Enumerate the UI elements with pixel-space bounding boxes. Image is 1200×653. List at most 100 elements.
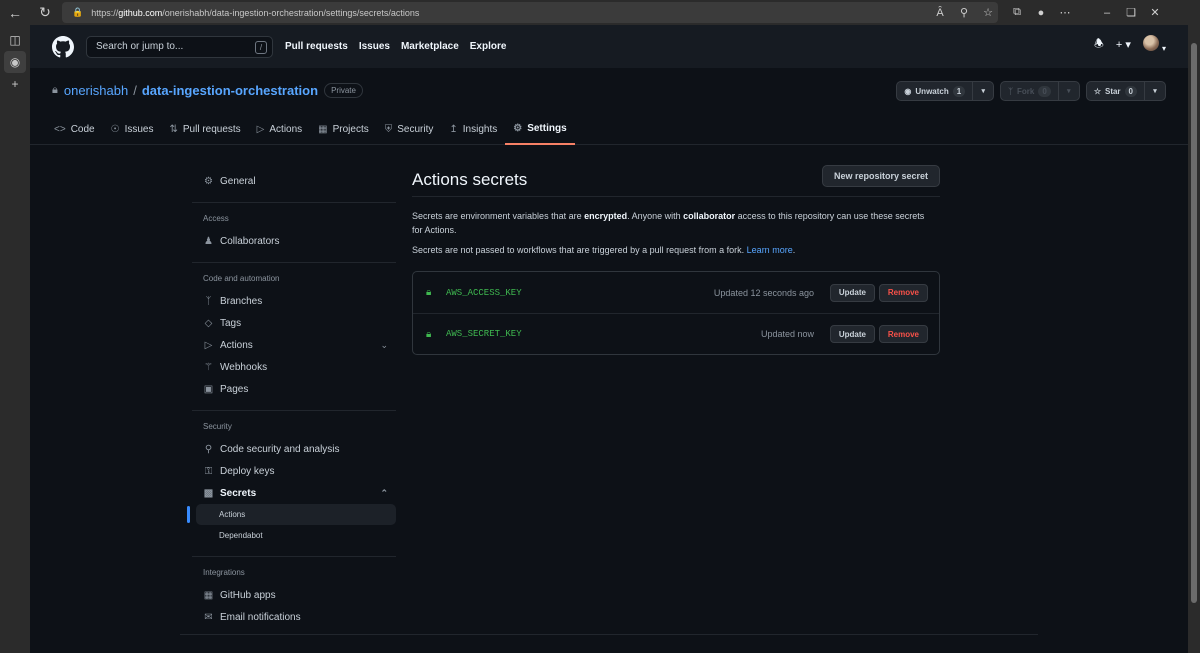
back-icon[interactable]: ← [0, 0, 30, 25]
repo-separator: / [133, 83, 137, 98]
scrollbar[interactable] [1188, 25, 1200, 653]
fork-dropdown-icon: ▾ [1067, 88, 1071, 95]
update-button[interactable]: Update [829, 283, 875, 302]
fork-icon: ᛉ [1008, 86, 1014, 96]
update-button[interactable]: Update [829, 325, 875, 343]
create-new-icon[interactable]: + ▾ [1116, 38, 1131, 51]
github-logo-icon[interactable] [52, 35, 74, 58]
asterisk-icon: ▩ [203, 487, 214, 499]
sidebar-heading-security: Security [203, 422, 232, 431]
watch-count: 1 [952, 85, 966, 97]
scrollbar-thumb[interactable] [1191, 43, 1197, 603]
nav-pull-requests[interactable]: Pull requests [285, 41, 348, 52]
search-input[interactable]: Search or jump to... / [86, 35, 273, 58]
sidebar-item-label: Actions [220, 339, 253, 351]
tab-issues[interactable]: ☉ Issues [103, 113, 162, 145]
tab-pull-requests[interactable]: ⇅ Pull requests [161, 113, 248, 145]
lock-icon: 🔒 [72, 7, 84, 17]
tab-projects[interactable]: ▦ Projects [310, 113, 377, 145]
tab-code[interactable]: <> Code [46, 113, 103, 145]
sidebar-item-general[interactable]: ⚙ General [192, 170, 396, 192]
sidebar-item-branches[interactable]: ᛉ Branches [192, 290, 396, 312]
code-icon: <> [54, 123, 66, 135]
minimize-icon[interactable]: – [1095, 7, 1119, 19]
avatar-menu[interactable]: ▾ [1142, 35, 1166, 54]
collections-icon[interactable]: ⧉ [1005, 6, 1029, 19]
new-tab-icon[interactable]: + [0, 73, 30, 95]
chevron-up-icon[interactable]: ⌃ [380, 488, 388, 499]
gear-icon: ⚙ [513, 122, 523, 134]
sidebar-subitem-secrets-actions[interactable]: Actions [187, 504, 396, 525]
sidebar-item-label: Secrets [220, 487, 257, 499]
tab-label: Settings [527, 122, 567, 134]
avatar[interactable] [1142, 35, 1159, 51]
remove-button[interactable]: Remove [878, 325, 928, 343]
tab-insights[interactable]: ↥ Insights [441, 113, 505, 145]
repo-owner-link[interactable]: onerishabh [64, 83, 128, 98]
secrets-description: Secrets are environment variables that a… [412, 209, 932, 237]
chevron-down-icon[interactable]: ⌄ [380, 340, 388, 351]
visibility-badge: Private [324, 83, 363, 98]
codescan-icon: ⚲ [204, 443, 213, 455]
nav-marketplace[interactable]: Marketplace [401, 41, 459, 52]
sidebar-item-deploy-keys[interactable]: ⚿ Deploy keys [192, 460, 396, 482]
tag-icon: ◇ [204, 317, 213, 329]
tab-label: Actions [269, 123, 303, 135]
new-repository-secret-button[interactable]: New repository secret [821, 165, 940, 187]
refresh-icon[interactable]: ↻ [30, 0, 60, 25]
tab-settings[interactable]: ⚙ Settings [505, 113, 575, 145]
sidebar-item-label: Email notifications [220, 611, 301, 623]
nav-issues[interactable]: Issues [359, 41, 390, 52]
tab-actions[interactable]: ▷ Actions [249, 113, 311, 145]
sidebar-item-code-security[interactable]: ⚲ Code security and analysis [192, 438, 396, 460]
watch-label: Unwatch [915, 86, 949, 96]
star-dropdown-icon[interactable]: ▾ [1145, 87, 1165, 95]
learn-more-link[interactable]: Learn more [747, 245, 793, 255]
tab-security[interactable]: ⛨ Security [377, 113, 442, 145]
secret-name: AWS_SECRET_KEY [446, 329, 522, 339]
github-tab-icon[interactable]: ◉ [4, 51, 26, 73]
settings-sidebar: ⚙ General Access ♟ Collaborators Code and … [187, 170, 396, 628]
star-button[interactable]: ☆ Star 0 ▾ [1085, 81, 1166, 101]
watch-dropdown-icon[interactable]: ▾ [973, 87, 993, 95]
secret-updated: Updated 12 seconds ago [713, 287, 814, 298]
key-icon: ⚿ [204, 465, 213, 477]
browser-icon: ▣ [203, 383, 214, 395]
sidebar-item-email-notifications[interactable]: ✉ Email notifications [192, 606, 396, 628]
github-page: Search or jump to... / Pull requests Iss… [30, 25, 1188, 653]
watch-button[interactable]: ◉ Unwatch 1 ▾ [896, 81, 995, 101]
sidebar-item-actions[interactable]: ▷ Actions ⌄ [192, 334, 396, 356]
branch-icon: ᛉ [205, 295, 212, 307]
nav-explore[interactable]: Explore [470, 41, 507, 52]
sidebar-item-secrets[interactable]: ▩ Secrets ⌃ [192, 482, 396, 504]
favorite-icon[interactable]: ☆ [976, 6, 1000, 19]
remove-button[interactable]: Remove [878, 283, 928, 302]
pull-request-icon: ⇅ [169, 123, 178, 135]
vertical-tab-strip: ◫ ◉ + [0, 25, 30, 653]
address-bar[interactable]: 🔒 https://github.com/onerishabh/data-ing… [62, 2, 998, 23]
eye-icon: ◉ [904, 86, 912, 96]
repo-icon: 🔒︎ [52, 84, 58, 96]
zoom-icon[interactable]: ⚲ [952, 6, 976, 19]
bell-icon[interactable]: 🕭︎ [1094, 35, 1104, 54]
sidebar-item-github-apps[interactable]: ▦ GitHub apps [192, 584, 396, 606]
more-icon[interactable]: ⋯ [1053, 6, 1077, 19]
sidebar-item-tags[interactable]: ◇ Tags [192, 312, 396, 334]
sidebar-item-pages[interactable]: ▣ Pages [192, 378, 396, 400]
sidebar-subitem-secrets-dependabot[interactable]: Dependabot [192, 525, 396, 546]
sidebar-item-collaborators[interactable]: ♟ Collaborators [192, 230, 396, 252]
read-aloud-icon[interactable]: Ȃ [928, 7, 952, 19]
lock-icon: 🔒︎ [426, 328, 432, 340]
header-nav: Pull requests Issues Marketplace Explore [285, 41, 506, 52]
maximize-icon[interactable]: ❏ [1119, 6, 1143, 19]
tab-label: Security [397, 123, 434, 135]
repo-name-link[interactable]: data-ingestion-orchestration [142, 83, 318, 98]
play-icon: ▷ [256, 123, 265, 135]
star-count: 0 [1124, 85, 1137, 97]
tab-actions-icon[interactable]: ◫ [0, 29, 30, 51]
sidebar-item-webhooks[interactable]: ⚚ Webhooks [192, 356, 396, 378]
profile-icon[interactable]: ● [1029, 7, 1053, 19]
desc-bold: collaborator [683, 211, 736, 221]
close-icon[interactable]: ✕ [1143, 6, 1167, 19]
sidebar-heading-integrations: Integrations [203, 568, 245, 577]
